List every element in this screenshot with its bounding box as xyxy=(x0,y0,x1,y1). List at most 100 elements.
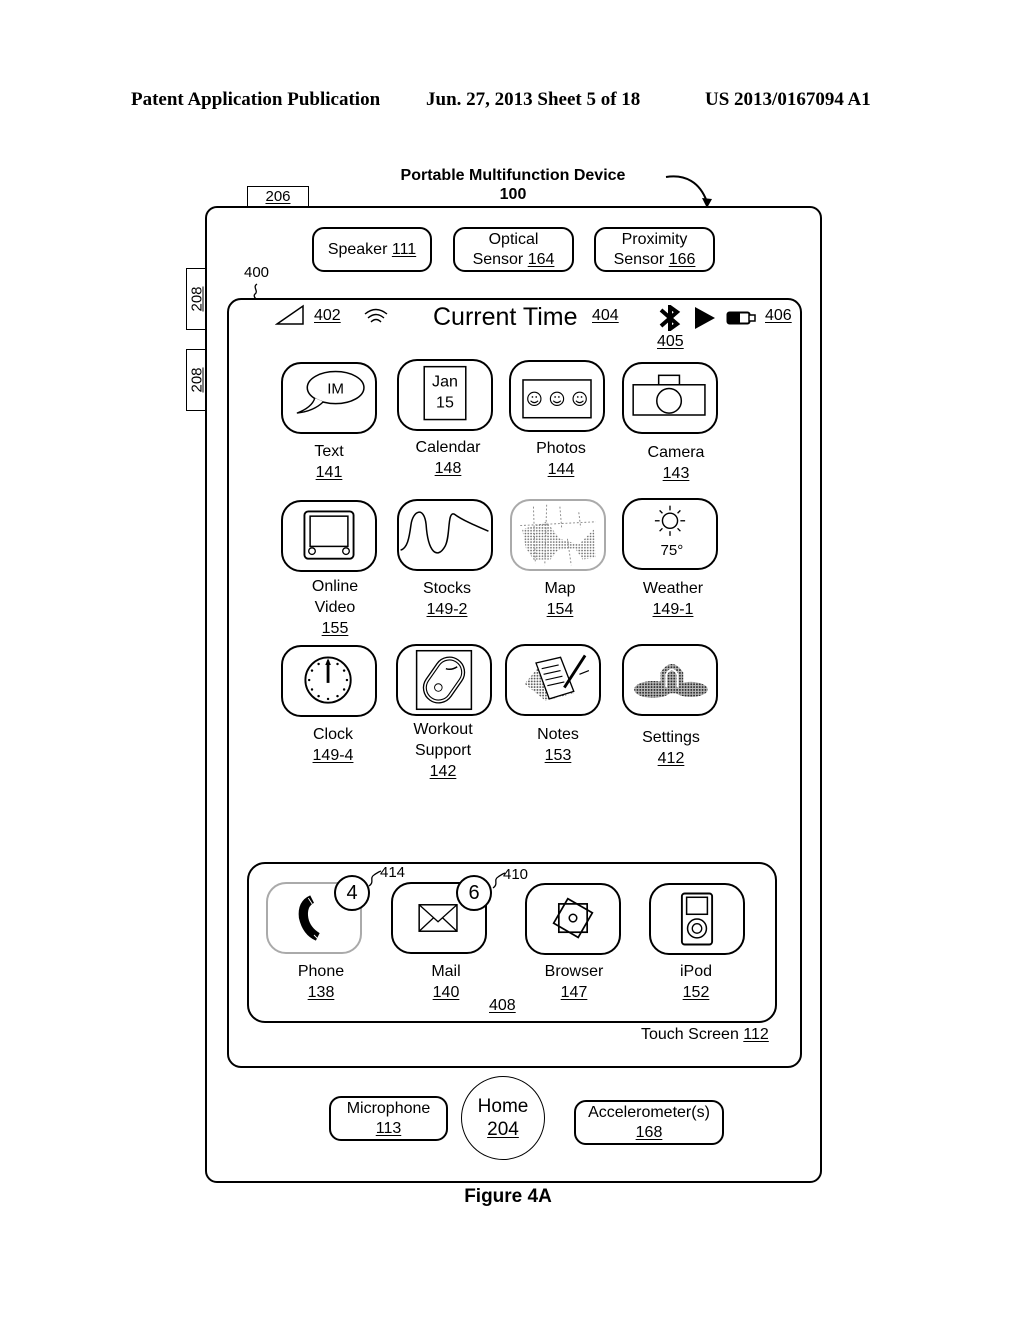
signal-ref: 402 xyxy=(314,307,341,324)
app-weather[interactable]: 75° xyxy=(622,498,718,570)
camera-icon xyxy=(632,374,706,416)
device-title: Portable Multifunction Device 100 xyxy=(373,166,653,204)
app-calendar[interactable]: Jan 15 xyxy=(397,359,493,431)
app-ref: 412 xyxy=(657,750,685,767)
app-map-label: Map 154 xyxy=(495,578,625,620)
app-settings[interactable] xyxy=(622,644,718,716)
app-name: Online xyxy=(311,578,359,595)
speech-bubble-icon: IM xyxy=(296,370,365,414)
app-camera-label: Camera 143 xyxy=(611,442,741,484)
figure-caption: Figure 4A xyxy=(464,1186,552,1207)
app-calendar-label: Calendar 148 xyxy=(383,437,513,479)
touch-screen-label: Touch Screen 112 xyxy=(641,1026,769,1044)
proximity-sensor-label2: Sensor xyxy=(613,250,665,268)
photos-icon xyxy=(522,379,592,419)
optical-sensor-box: Optical Sensor 164 xyxy=(453,227,574,272)
app-ref: 149-1 xyxy=(652,601,694,618)
app-name: Workout xyxy=(413,721,473,738)
optical-sensor-label2: Sensor xyxy=(472,250,524,268)
speaker-ref: 111 xyxy=(391,240,417,258)
sun-icon: 75° xyxy=(654,505,686,559)
video-screen-icon xyxy=(303,510,355,560)
app-name: Weather xyxy=(642,580,704,597)
screen-ref: 400 xyxy=(244,264,270,281)
home-ref: 204 xyxy=(487,1119,519,1140)
volume-button-ref: 208 xyxy=(188,286,205,312)
app-ipod[interactable] xyxy=(649,883,745,955)
phone-badge-ref: 414 xyxy=(380,864,406,881)
app-name: Camera xyxy=(647,444,705,461)
app-ref: 144 xyxy=(547,461,575,478)
home-button[interactable]: Home 204 xyxy=(461,1076,545,1160)
app-browser[interactable] xyxy=(525,883,621,955)
bluetooth-icon xyxy=(659,305,681,331)
app-ref: 153 xyxy=(544,747,572,764)
app-name: Browser xyxy=(544,963,604,980)
app-name: Phone xyxy=(297,963,345,980)
stock-chart-icon xyxy=(400,511,489,554)
device-ref: 100 xyxy=(499,186,527,203)
side-button-206: 206 xyxy=(247,186,309,206)
app-ref: 148 xyxy=(434,460,462,477)
app-name: Settings xyxy=(642,729,700,746)
app-photos[interactable] xyxy=(509,360,605,432)
app-settings-label: Settings 412 xyxy=(606,727,736,769)
app-clock[interactable] xyxy=(281,645,377,717)
mail-badge-ref: 410 xyxy=(503,866,529,883)
map-icon xyxy=(520,504,596,566)
microphone-ref: 113 xyxy=(375,1119,402,1137)
app-ref: 138 xyxy=(307,984,335,1001)
notepad-icon xyxy=(524,654,590,701)
home-label: Home xyxy=(477,1096,529,1117)
app-stocks[interactable] xyxy=(397,499,493,571)
app-ref: 143 xyxy=(662,465,690,482)
accelerometer-ref: 168 xyxy=(635,1123,663,1141)
date-sheet-label: Jun. 27, 2013 Sheet 5 of 18 xyxy=(426,89,641,110)
app-photos-label: Photos 144 xyxy=(496,438,626,480)
mail-badge: 6 xyxy=(456,875,492,911)
app-map[interactable] xyxy=(510,499,606,571)
app-browser-label: Browser 147 xyxy=(509,961,639,1003)
phone-badge: 4 xyxy=(334,875,370,911)
device-title-text: Portable Multifunction Device xyxy=(400,167,626,184)
app-name: iPod xyxy=(679,963,713,980)
bt-play-ref: 405 xyxy=(657,333,684,350)
app-name-line2: Support xyxy=(414,742,472,759)
proximity-sensor-label: Proximity xyxy=(621,230,688,248)
app-name: Map xyxy=(544,580,576,597)
app-ref: 142 xyxy=(429,763,457,780)
app-notes[interactable] xyxy=(505,644,601,716)
app-name: Mail xyxy=(431,963,461,980)
app-camera[interactable] xyxy=(622,362,718,434)
signal-strength-icon xyxy=(275,304,304,325)
app-text-label: Text 141 xyxy=(264,441,394,483)
app-ref: 155 xyxy=(321,620,349,637)
app-name: Notes xyxy=(537,726,579,743)
app-text[interactable]: IM xyxy=(281,362,377,434)
battery-ref: 406 xyxy=(765,307,792,324)
app-name: Calendar xyxy=(415,439,481,456)
dock-ref: 408 xyxy=(489,997,516,1014)
touch-screen-ref: 112 xyxy=(743,1026,769,1043)
calendar-icon: Jan 15 xyxy=(423,365,467,421)
app-ref: 141 xyxy=(315,464,343,481)
app-name-line2: Video xyxy=(314,599,356,616)
app-stocks-label: Stocks 149-2 xyxy=(382,578,512,620)
app-phone-label: Phone 138 xyxy=(256,961,386,1003)
optical-sensor-label: Optical xyxy=(488,230,539,248)
current-time: Current Time xyxy=(433,303,578,331)
app-ref: 147 xyxy=(560,984,588,1001)
app-workout-support[interactable] xyxy=(396,644,492,716)
volume-button-upper: 208 xyxy=(186,268,206,330)
app-online-video[interactable] xyxy=(281,500,377,572)
battery-icon xyxy=(726,311,756,325)
compass-icon xyxy=(552,897,594,939)
speech-bubble-text: IM xyxy=(327,380,344,397)
optical-sensor-ref: 164 xyxy=(527,250,555,268)
ipod-icon xyxy=(680,892,714,946)
publication-label: Patent Application Publication xyxy=(131,89,381,110)
gears-icon xyxy=(634,663,708,698)
clock-icon xyxy=(304,656,352,704)
app-ref: 152 xyxy=(682,984,710,1001)
proximity-sensor-box: Proximity Sensor 166 xyxy=(594,227,715,272)
